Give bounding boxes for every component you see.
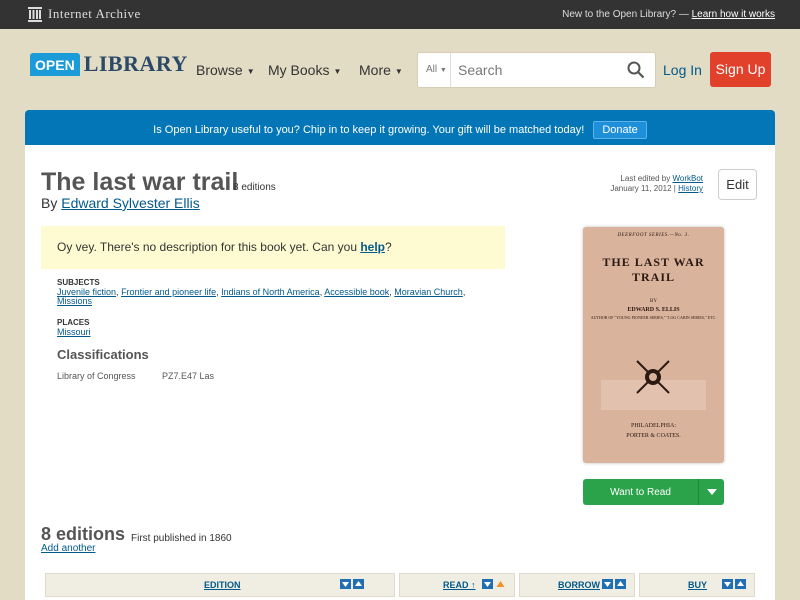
sort-controls — [722, 579, 746, 589]
subject-link[interactable]: Accessible book — [324, 287, 389, 297]
help-link[interactable]: help — [360, 240, 385, 254]
logo-open-tag: OPEN — [30, 52, 80, 76]
classifications-heading: Classifications — [57, 347, 149, 362]
last-edited-user-link[interactable]: WorkBot — [672, 174, 703, 183]
cover-author: EDWARD S. ELLIS — [627, 307, 680, 313]
byline: By Edward Sylvester Ellis — [41, 195, 200, 211]
want-to-read-button-group: Want to Read — [583, 479, 724, 505]
login-link[interactable]: Log In — [663, 62, 702, 78]
main-panel: Is Open Library useful to you? Chip in t… — [25, 110, 775, 600]
donate-text: Is Open Library useful to you? Chip in t… — [153, 124, 585, 136]
internet-archive-label: Internet Archive — [48, 6, 141, 21]
places-list: Missouri — [57, 327, 91, 337]
no-description-notice: Oy vey. There's no description for this … — [41, 226, 505, 269]
caret-down-icon: ▼ — [394, 66, 403, 76]
subject-link[interactable]: Missions — [57, 296, 92, 306]
caret-down-icon: ▼ — [333, 66, 342, 76]
book-cover[interactable]: DEERFOOT SERIES.—No. 3. THE LAST WAR TRA… — [583, 227, 724, 463]
column-header-borrow: BORROW — [519, 573, 635, 597]
open-library-logo[interactable]: OPEN LIBRARY — [30, 51, 188, 77]
first-published: First published in 1860 — [131, 533, 232, 544]
sort-down-icon[interactable] — [722, 579, 733, 589]
internet-archive-bar: Internet Archive New to the Open Library… — [0, 0, 800, 29]
column-header-read: READ ↑ — [399, 573, 515, 597]
sort-controls — [602, 579, 626, 589]
author-link[interactable]: Edward Sylvester Ellis — [61, 195, 200, 211]
nav-more-label: More — [359, 62, 391, 78]
crossed-arrows-emblem-icon — [636, 360, 670, 394]
caret-down-icon — [707, 489, 717, 495]
subject-link[interactable]: Frontier and pioneer life — [121, 287, 216, 297]
search-input[interactable]: Search — [458, 62, 502, 78]
no-description-suffix: ? — [385, 240, 392, 254]
donate-button[interactable]: Donate — [593, 121, 647, 139]
last-edited-date: January 11, 2012 | — [610, 184, 676, 193]
cover-title: THE LAST WAR TRAIL — [602, 255, 705, 284]
sort-down-icon[interactable] — [340, 579, 351, 589]
nav-browse[interactable]: Browse ▼ — [196, 62, 255, 78]
column-header-edition: EDITION — [45, 573, 395, 597]
last-edited-prefix: Last edited by — [620, 174, 671, 183]
classification-label: Library of Congress — [57, 371, 136, 381]
search-scope-select[interactable]: All ▼ — [418, 53, 451, 87]
cover-publisher: PORTER & COATES. — [626, 433, 681, 439]
sort-down-icon[interactable] — [602, 579, 613, 589]
no-description-text: Oy vey. There's no description for this … — [57, 240, 357, 254]
editions-count: 8 editions — [233, 182, 276, 193]
column-buy-label[interactable]: BUY — [688, 580, 707, 590]
nav-more[interactable]: More ▼ — [359, 62, 403, 78]
sort-up-active-icon[interactable] — [495, 579, 506, 589]
cover-city: PHILADELPHIA: — [631, 423, 676, 429]
cover-by: BY — [650, 299, 657, 304]
caret-down-icon: ▼ — [246, 66, 255, 76]
nav-my-books-label: My Books — [268, 62, 330, 78]
last-edited: Last edited by WorkBot January 11, 2012 … — [610, 174, 703, 194]
sort-up-icon[interactable] — [353, 579, 364, 589]
column-read-label[interactable]: READ ↑ — [443, 580, 476, 590]
classification-value: PZ7.E47 Las — [162, 371, 215, 381]
internet-archive-logo[interactable]: Internet Archive — [28, 6, 141, 22]
nav-browse-label: Browse — [196, 62, 243, 78]
donate-banner: Is Open Library useful to you? Chip in t… — [25, 110, 775, 145]
search-box: All ▼ Search — [417, 52, 656, 88]
subjects-heading: SUBJECTS — [57, 278, 100, 287]
signup-button[interactable]: Sign Up — [710, 52, 771, 87]
sort-controls — [482, 579, 506, 589]
want-to-read-dropdown[interactable] — [698, 479, 724, 505]
column-header-buy: BUY — [639, 573, 755, 597]
places-heading: PLACES — [57, 318, 90, 327]
subject-link[interactable]: Indians of North America — [221, 287, 320, 297]
search-icon[interactable] — [627, 61, 645, 79]
add-another-link[interactable]: Add another — [41, 543, 96, 554]
column-edition-label[interactable]: EDITION — [204, 580, 241, 590]
learn-how-link[interactable]: Learn how it works — [692, 9, 775, 20]
history-link[interactable]: History — [678, 184, 703, 193]
sort-up-icon[interactable] — [735, 579, 746, 589]
column-borrow-label[interactable]: BORROW — [558, 580, 600, 590]
cover-series: DEERFOOT SERIES.—No. 3. — [617, 233, 690, 238]
sort-controls — [340, 579, 364, 589]
book-title: The last war trail — [41, 168, 239, 196]
site-header: OPEN LIBRARY Browse ▼ My Books ▼ More ▼ All… — [0, 29, 800, 111]
sort-down-icon[interactable] — [482, 579, 493, 589]
sort-up-icon[interactable] — [615, 579, 626, 589]
by-label: By — [41, 195, 58, 211]
subjects-list: Juvenile fiction, Frontier and pioneer l… — [57, 287, 466, 306]
place-link[interactable]: Missouri — [57, 327, 91, 337]
nav-my-books[interactable]: My Books ▼ — [268, 62, 341, 78]
archive-building-icon — [28, 6, 42, 22]
caret-down-icon: ▼ — [439, 67, 447, 74]
want-to-read-button[interactable]: Want to Read — [583, 479, 698, 505]
subject-link[interactable]: Moravian Church — [394, 287, 463, 297]
search-scope-label: All — [426, 64, 438, 75]
new-to-open-library: New to the Open Library? — Learn how it … — [562, 9, 775, 20]
logo-library-text: LIBRARY — [83, 51, 188, 76]
cover-author-note: AUTHOR OF "YOUNG PIONEER SERIES," "LOG C… — [590, 315, 717, 320]
edit-button[interactable]: Edit — [718, 169, 757, 200]
editions-heading: 8 editions — [41, 524, 126, 544]
new-to-text: New to the Open Library? — — [562, 9, 689, 20]
